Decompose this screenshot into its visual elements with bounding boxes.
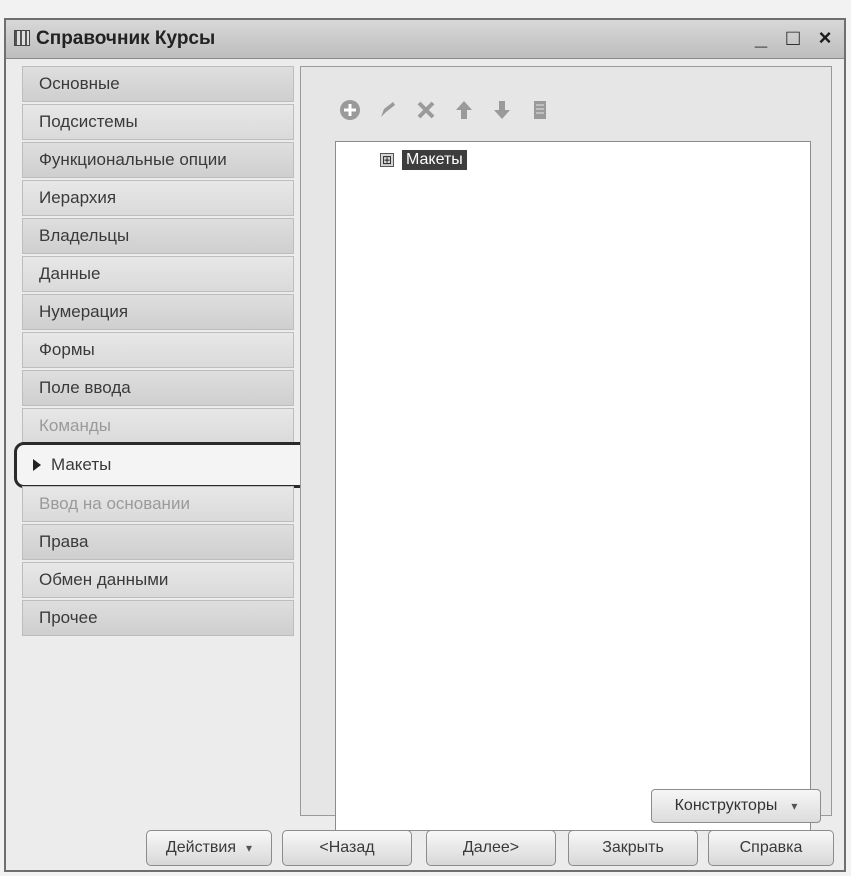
move-up-icon[interactable] [453,99,475,121]
catalog-window: Справочник Курсы _ □ × Основные Подсисте… [4,18,846,872]
edit-icon[interactable] [377,99,399,121]
constructors-label: Конструкторы [674,797,778,814]
sidebar-item-label: Права [39,532,89,551]
actions-button[interactable]: Действия ▾ [146,830,272,866]
sidebar-item-label: Владельцы [39,226,130,245]
sidebar-item-label: Формы [39,340,95,359]
sidebar-item-functional-options[interactable]: Функциональные опции [22,142,294,178]
chevron-down-icon: ▾ [246,841,253,855]
sidebar-item-subsystems[interactable]: Подсистемы [22,104,294,140]
sidebar-item-label: Функциональные опции [39,150,227,169]
tree-node-templates[interactable]: ⊞ Макеты [380,150,467,170]
add-icon[interactable] [339,99,361,121]
title-bar[interactable]: Справочник Курсы _ □ × [6,20,844,59]
sidebar-item-commands[interactable]: Команды [22,408,294,444]
sidebar-item-other[interactable]: Прочее [22,600,294,636]
constructors-button[interactable]: Конструкторы ▾ [651,789,821,823]
sidebar-item-label: Макеты [51,455,112,474]
sidebar-item-label: Команды [39,416,112,435]
sidebar-item-label: Иерархия [39,188,117,207]
window-controls: _ □ × [750,24,836,52]
sidebar-item-main[interactable]: Основные [22,66,294,102]
sidebar-item-label: Данные [39,264,101,283]
sidebar-item-label: Обмен данными [39,570,169,589]
templates-tree[interactable]: ⊞ Макеты [335,141,811,831]
sidebar-item-hierarchy[interactable]: Иерархия [22,180,294,216]
sidebar-item-label: Прочее [39,608,98,627]
app-icon [14,30,30,46]
tree-node-label: Макеты [402,150,467,170]
templates-panel: ⊞ Макеты Конструкторы ▾ [300,66,832,831]
maximize-button[interactable]: □ [782,24,804,52]
bottom-button-bar: Действия ▾ <Назад Далее> Закрыть Справка [6,830,844,868]
help-button[interactable]: Справка [708,830,834,866]
sidebar-item-rights[interactable]: Права [22,524,294,560]
sidebar-item-input-field[interactable]: Поле ввода [22,370,294,406]
sidebar-item-templates[interactable]: Макеты [14,442,314,488]
toolbar [339,99,551,121]
delete-icon[interactable] [415,99,437,121]
sidebar-item-input-by-basis[interactable]: Ввод на основании [22,486,294,522]
selection-arrow-icon [33,459,41,471]
sidebar-item-label: Поле ввода [39,378,131,397]
sidebar-item-owners[interactable]: Владельцы [22,218,294,254]
window-title: Справочник Курсы [36,28,216,49]
expand-icon[interactable]: ⊞ [380,153,394,167]
actions-label: Действия [165,839,237,856]
back-button[interactable]: <Назад [282,830,412,866]
sort-icon[interactable] [529,99,551,121]
sidebar: Основные Подсистемы Функциональные опции… [14,66,314,638]
sidebar-item-data[interactable]: Данные [22,256,294,292]
sidebar-item-data-exchange[interactable]: Обмен данными [22,562,294,598]
sidebar-item-label: Нумерация [39,302,129,321]
minimize-button[interactable]: _ [750,24,772,52]
close-button[interactable]: × [814,24,836,52]
sidebar-item-label: Ввод на основании [39,494,190,513]
close-dialog-button[interactable]: Закрыть [568,830,698,866]
sidebar-item-forms[interactable]: Формы [22,332,294,368]
sidebar-item-label: Подсистемы [39,112,138,131]
next-button[interactable]: Далее> [426,830,556,866]
sidebar-item-numbering[interactable]: Нумерация [22,294,294,330]
sidebar-item-label: Основные [39,74,120,93]
chevron-down-icon: ▾ [791,799,798,813]
move-down-icon[interactable] [491,99,513,121]
